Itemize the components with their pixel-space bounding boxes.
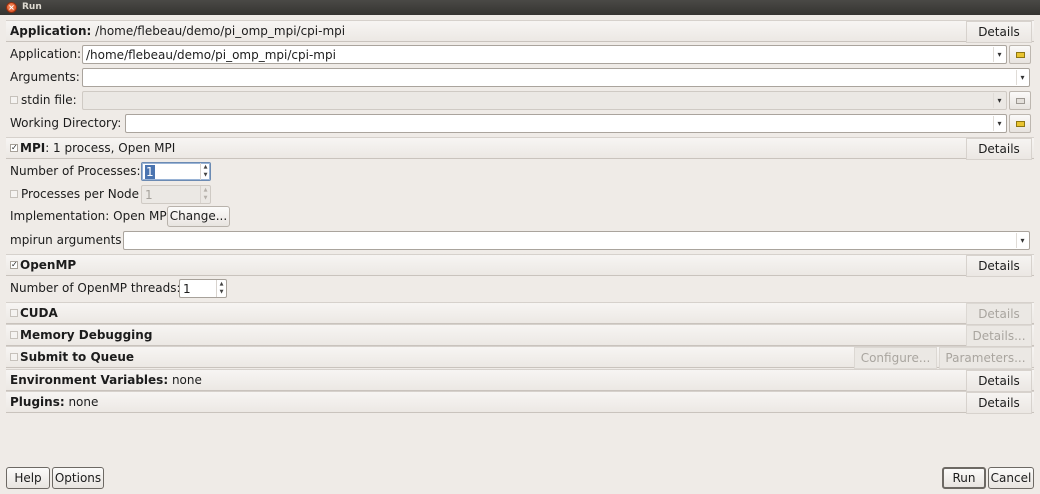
folder-icon <box>1016 121 1025 127</box>
environment-variables-value: none <box>168 373 202 387</box>
working-directory-combo[interactable]: ▾ <box>125 114 1007 133</box>
environment-variables-details-button[interactable]: Details <box>966 370 1032 392</box>
application-header-label: Application: <box>10 24 92 38</box>
application-combo[interactable]: /home/flebeau/demo/pi_omp_mpi/cpi-mpi ▾ <box>82 45 1007 64</box>
queue-configure-button[interactable]: Configure... <box>854 347 937 369</box>
implementation-label: Implementation: Open MPI <box>10 209 171 223</box>
mpi-summary: : 1 process, Open MPI <box>45 141 176 155</box>
memory-debugging-title: Memory Debugging <box>20 328 153 342</box>
options-button[interactable]: Options <box>52 467 104 489</box>
stdin-browse-button[interactable] <box>1009 91 1031 110</box>
submit-queue-title: Submit to Queue <box>20 350 135 364</box>
mpirun-arguments-combo[interactable]: ▾ <box>123 231 1030 250</box>
cancel-button[interactable]: Cancel <box>988 467 1034 489</box>
mpirun-arguments-label: mpirun arguments <box>10 233 122 247</box>
close-icon[interactable]: × <box>6 2 17 13</box>
plugins-title: Plugins: <box>10 395 65 409</box>
folder-icon <box>1016 98 1025 104</box>
spin-arrows-icon[interactable]: ▲ ▼ <box>200 186 210 203</box>
openmp-details-button[interactable]: Details <box>966 255 1032 277</box>
cuda-checkbox[interactable] <box>10 309 18 317</box>
change-implementation-button[interactable]: Change... <box>167 206 230 227</box>
arguments-label: Arguments: <box>10 70 80 84</box>
environment-variables-section-header: Environment Variables: none <box>6 369 1034 391</box>
chevron-down-icon[interactable]: ▾ <box>1016 70 1028 85</box>
arguments-combo[interactable]: ▾ <box>82 68 1030 87</box>
cuda-section-header: CUDA <box>6 302 1034 324</box>
chevron-down-icon[interactable]: ▾ <box>993 47 1005 62</box>
num-processes-label: Number of Processes: <box>10 164 141 178</box>
queue-parameters-button[interactable]: Parameters... <box>939 347 1032 369</box>
cuda-details-button[interactable]: Details <box>966 303 1032 325</box>
openmp-threads-label: Number of OpenMP threads: <box>10 281 181 295</box>
num-processes-spinbox[interactable]: 1 ▲ ▼ <box>141 162 211 181</box>
environment-variables-title: Environment Variables: <box>10 373 169 387</box>
run-button[interactable]: Run <box>942 467 986 489</box>
memory-debugging-checkbox[interactable] <box>10 331 18 339</box>
plugins-section-header: Plugins: none <box>6 391 1034 413</box>
memory-debugging-details-button[interactable]: Details... <box>966 325 1032 347</box>
stdin-combo[interactable]: ▾ <box>82 91 1007 110</box>
application-value: /home/flebeau/demo/pi_omp_mpi/cpi-mpi <box>86 48 336 62</box>
spin-arrows-icon[interactable]: ▲ ▼ <box>216 280 226 297</box>
mpi-checkbox[interactable]: ✓ <box>10 144 18 152</box>
openmp-title: OpenMP <box>20 258 77 272</box>
processes-per-node-checkbox[interactable] <box>10 190 18 198</box>
spin-arrows-icon[interactable]: ▲ ▼ <box>200 163 210 180</box>
application-section-header: Application: /home/flebeau/demo/pi_omp_m… <box>6 20 1034 42</box>
folder-icon <box>1016 52 1025 58</box>
openmp-checkbox[interactable]: ✓ <box>10 261 18 269</box>
cuda-title: CUDA <box>20 306 58 320</box>
plugins-value: none <box>64 395 99 409</box>
stdin-label: stdin file: <box>21 93 77 107</box>
working-directory-label: Working Directory: <box>10 116 122 130</box>
plugins-details-button[interactable]: Details <box>966 392 1032 414</box>
mpi-section-header: ✓ MPI: 1 process, Open MPI <box>6 137 1034 159</box>
stdin-checkbox[interactable] <box>10 96 18 104</box>
submit-queue-checkbox[interactable] <box>10 353 18 361</box>
application-details-button[interactable]: Details <box>966 21 1032 43</box>
chevron-down-icon[interactable]: ▾ <box>993 93 1005 108</box>
window-title: Run <box>22 2 42 12</box>
application-header-value: /home/flebeau/demo/pi_omp_mpi/cpi-mpi <box>95 24 346 38</box>
chevron-down-icon[interactable]: ▾ <box>1016 233 1028 248</box>
processes-per-node-label: Processes per Node <box>21 187 140 201</box>
memory-debugging-section-header: Memory Debugging <box>6 324 1034 346</box>
working-directory-browse-button[interactable] <box>1009 114 1031 133</box>
processes-per-node-spinbox[interactable]: 1 ▲ ▼ <box>141 185 211 204</box>
window-titlebar: × Run <box>0 0 1040 15</box>
help-button[interactable]: Help <box>6 467 50 489</box>
application-browse-button[interactable] <box>1009 45 1031 64</box>
openmp-threads-spinbox[interactable]: 1 ▲ ▼ <box>179 279 227 298</box>
openmp-section-header: ✓ OpenMP <box>6 254 1034 276</box>
chevron-down-icon[interactable]: ▾ <box>993 116 1005 131</box>
mpi-details-button[interactable]: Details <box>966 138 1032 160</box>
application-label: Application: <box>10 47 82 61</box>
mpi-title: MPI <box>20 141 46 155</box>
